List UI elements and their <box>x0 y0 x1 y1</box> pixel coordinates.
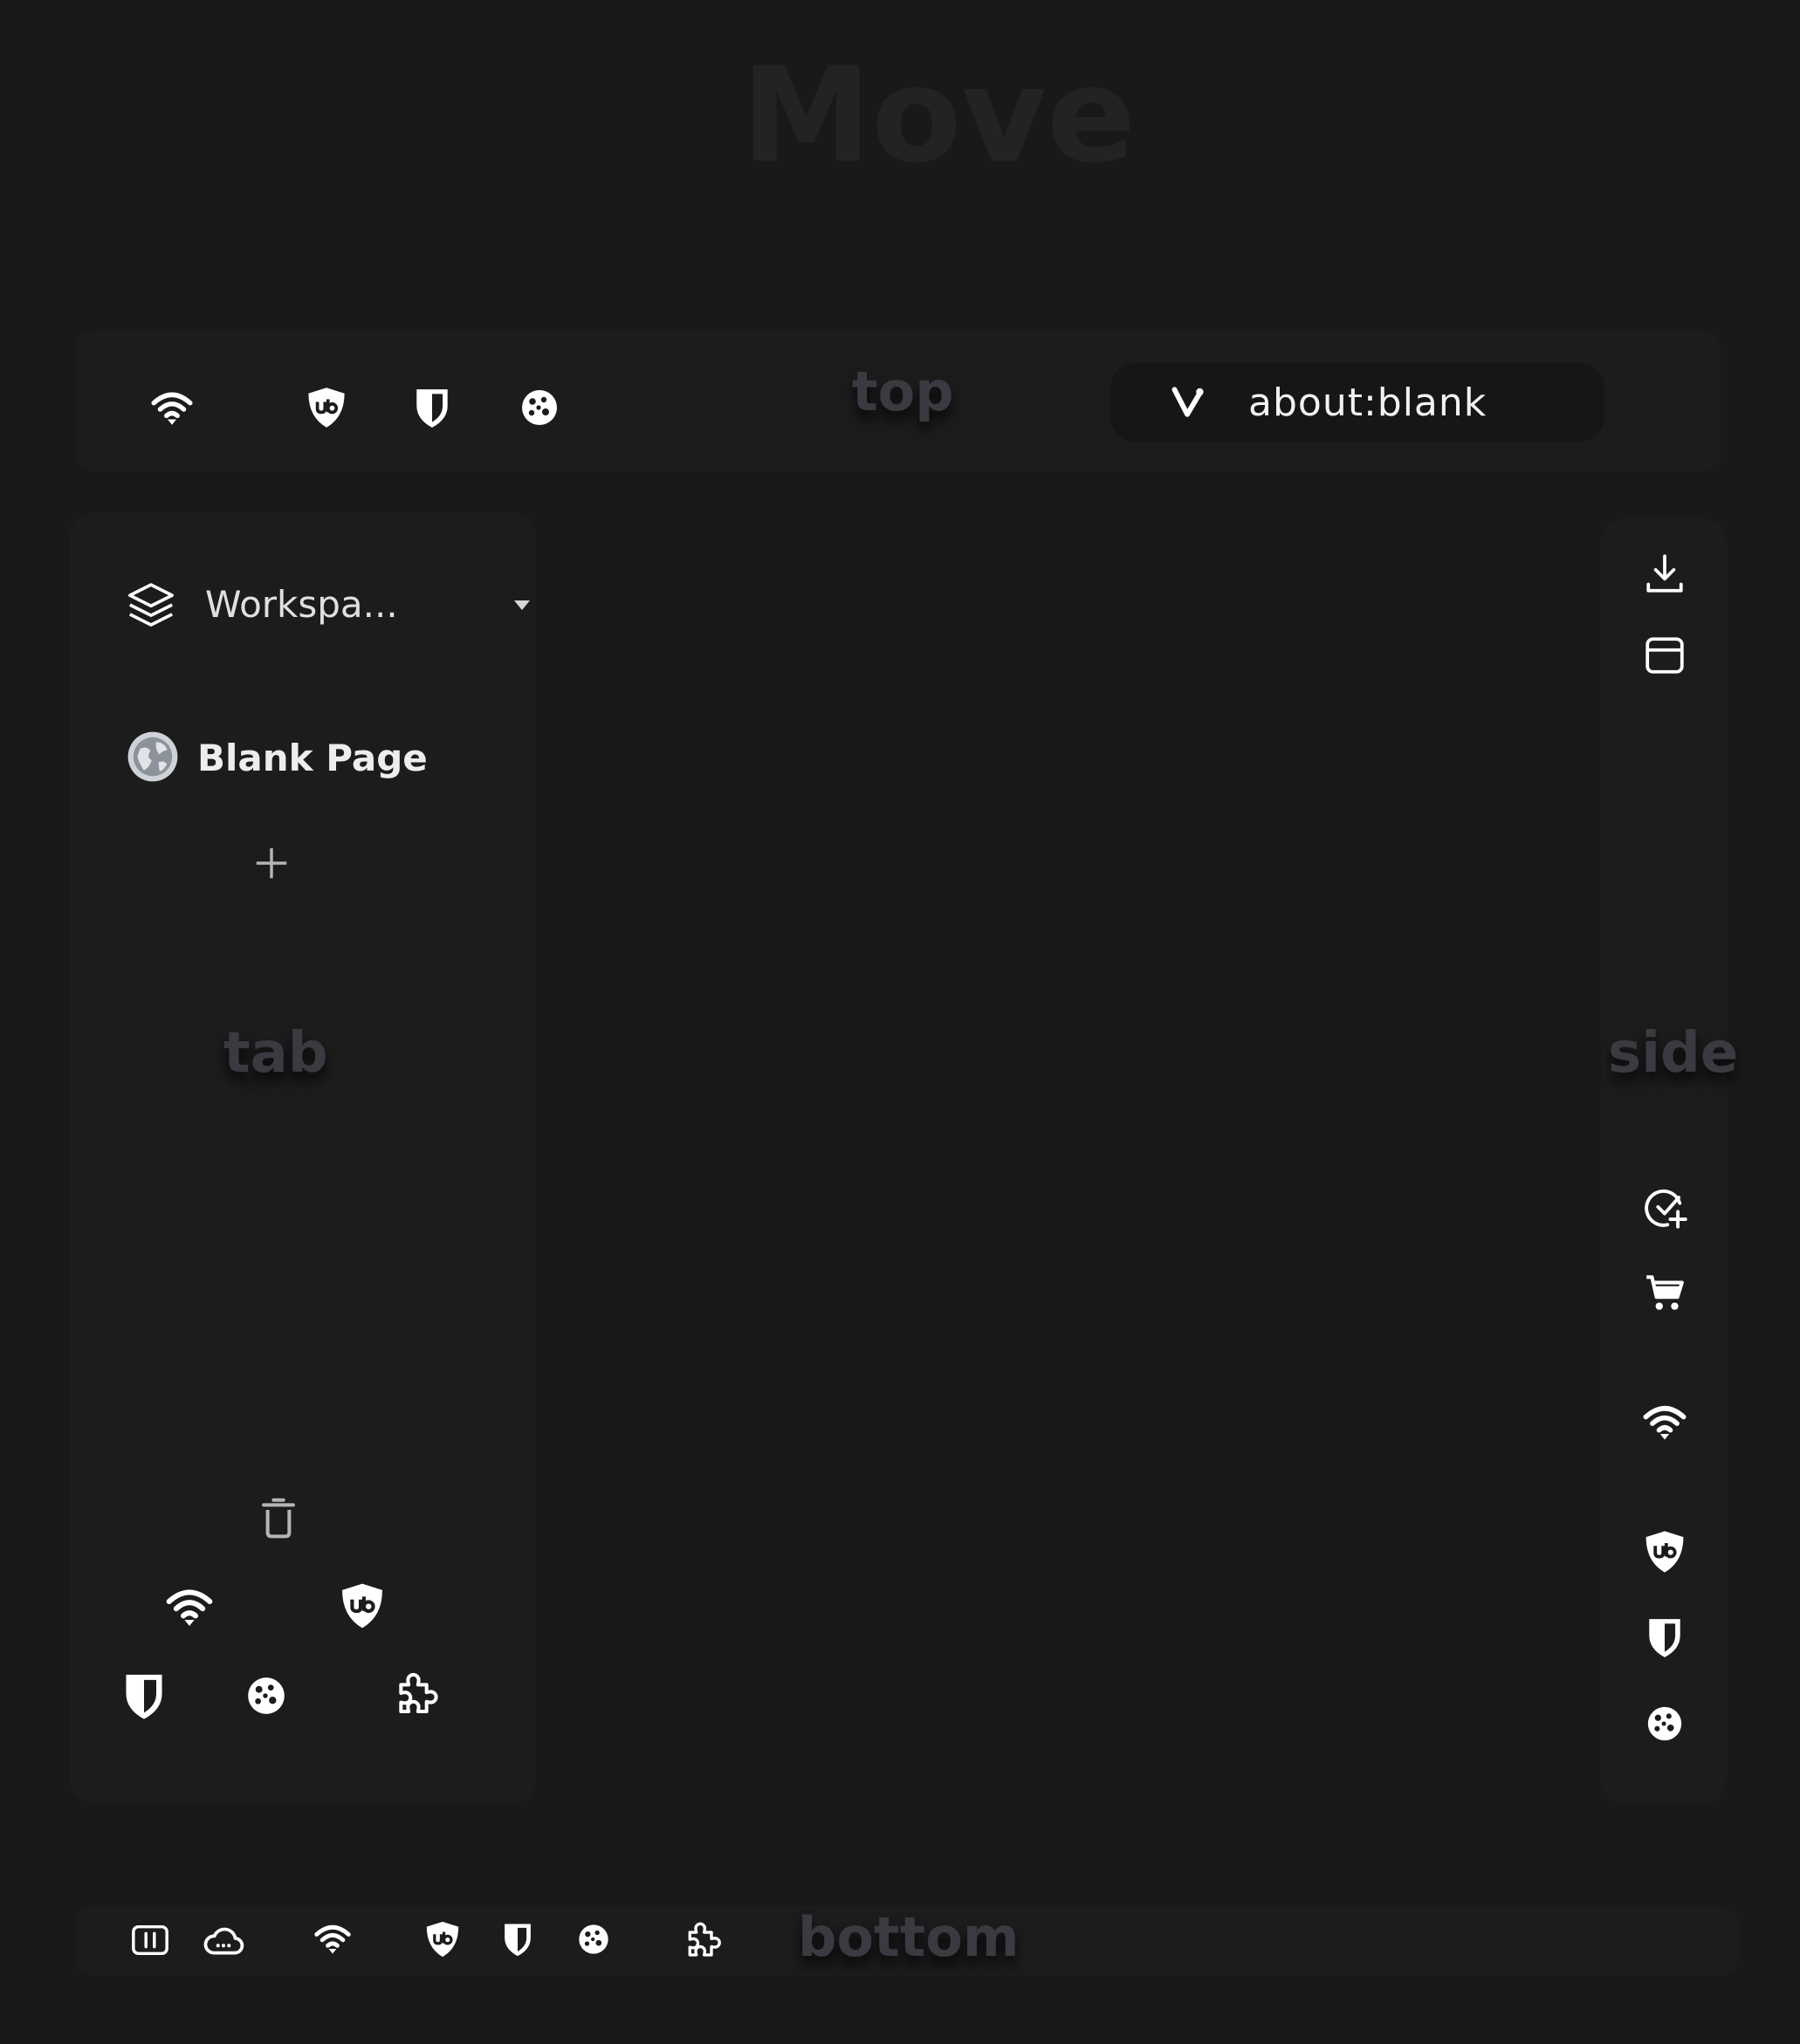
side-panel: side <box>1601 518 1738 1803</box>
bottom-toolbar: bottom <box>75 1905 1739 1976</box>
wifi-icon[interactable] <box>150 387 194 430</box>
plus-icon[interactable] <box>251 843 292 883</box>
ublock-icon[interactable] <box>1641 1527 1688 1576</box>
zone-label-tab: tab <box>223 1021 328 1086</box>
cart-icon[interactable] <box>1643 1271 1687 1314</box>
bitwarden-icon[interactable] <box>499 1918 536 1960</box>
wifi-icon[interactable] <box>1641 1400 1688 1445</box>
cookie-icon[interactable] <box>519 387 560 429</box>
chevron-down-icon <box>508 595 536 616</box>
wifi-icon[interactable] <box>313 1920 353 1958</box>
zone-label-top: top <box>852 360 954 423</box>
bitwarden-icon[interactable] <box>410 384 454 431</box>
top-toolbar: top about:blank <box>75 330 1721 471</box>
zone-label-side: side <box>1608 1021 1739 1086</box>
cookie-icon[interactable] <box>1645 1704 1685 1744</box>
ublock-icon[interactable] <box>337 1580 388 1632</box>
vivaldi-icon <box>1168 383 1208 422</box>
ublock-icon[interactable] <box>423 1918 463 1960</box>
bitwarden-icon[interactable] <box>119 1669 169 1723</box>
cookie-icon[interactable] <box>244 1674 288 1718</box>
cloud-icon[interactable] <box>201 1918 246 1962</box>
address-bar[interactable]: about:blank <box>1110 363 1604 442</box>
trash-icon[interactable] <box>255 1492 302 1543</box>
window-icon[interactable] <box>1643 634 1687 677</box>
download-icon[interactable] <box>1643 550 1687 597</box>
workspace-label: Workspa... <box>205 583 398 626</box>
tab-item[interactable]: Blank Page <box>126 726 501 787</box>
layers-icon <box>126 580 176 630</box>
ublock-icon[interactable] <box>304 384 349 431</box>
tab-panel: Workspa... Blank Page tab <box>70 513 536 1803</box>
extensions-icon[interactable] <box>389 1665 445 1723</box>
page-title: Move <box>741 40 1136 192</box>
bitwarden-icon[interactable] <box>1643 1613 1687 1662</box>
extensions-icon[interactable] <box>679 1917 728 1964</box>
globe-icon <box>126 730 180 784</box>
workspace-selector[interactable]: Workspa... <box>122 576 489 634</box>
cookie-icon[interactable] <box>576 1922 611 1957</box>
tab-title: Blank Page <box>197 737 428 779</box>
check-sparkle-icon[interactable] <box>1643 1185 1688 1231</box>
panel-toggle-icon[interactable] <box>129 1920 171 1960</box>
wifi-icon[interactable] <box>164 1583 215 1632</box>
address-bar-url: about:blank <box>1248 381 1487 425</box>
zone-label-bottom: bottom <box>798 1905 1020 1969</box>
